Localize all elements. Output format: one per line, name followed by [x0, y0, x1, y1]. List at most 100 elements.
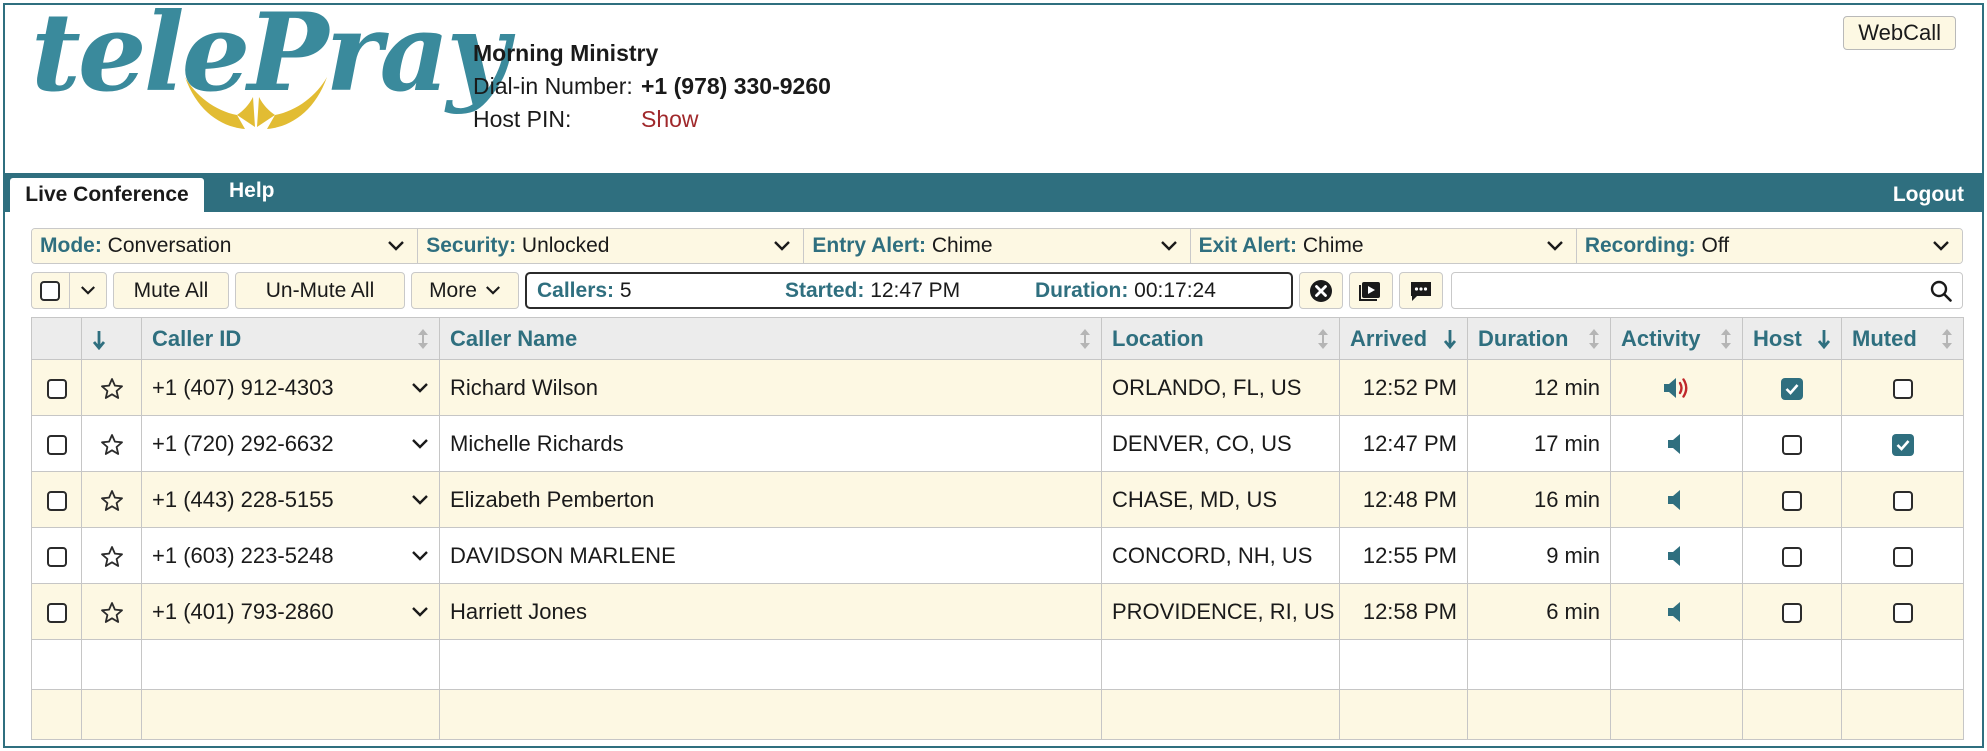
- empty-cell: [1841, 639, 1964, 690]
- checkbox[interactable]: [1782, 434, 1802, 455]
- checkbox[interactable]: [1892, 490, 1913, 511]
- select-all-checkbox[interactable]: [32, 273, 69, 308]
- checkbox[interactable]: [1892, 546, 1913, 567]
- checkbox[interactable]: [1782, 546, 1802, 567]
- favorite-cell[interactable]: [81, 583, 142, 640]
- checked-checkbox[interactable]: [1891, 433, 1914, 456]
- caller-id-cell[interactable]: +1 (603) 223-5248: [141, 527, 440, 584]
- star-icon[interactable]: [100, 489, 124, 513]
- show-pin-link[interactable]: Show: [641, 103, 699, 136]
- row-select-checkbox[interactable]: [46, 378, 67, 399]
- checkbox[interactable]: [1892, 602, 1913, 623]
- table-row[interactable]: +1 (401) 793-2860 Harriett Jones PROVIDE…: [31, 583, 1964, 640]
- header-arrived-label: Arrived: [1350, 325, 1428, 351]
- header-muted-label: Muted: [1852, 325, 1917, 351]
- row-select-checkbox[interactable]: [46, 490, 67, 511]
- select-options-dropdown[interactable]: [68, 273, 106, 308]
- sort-icon: [1318, 328, 1328, 349]
- muted-cell[interactable]: [1841, 527, 1964, 584]
- chat-button[interactable]: [1399, 272, 1443, 309]
- chevron-down-icon[interactable]: [411, 494, 429, 506]
- header-caller-name[interactable]: Caller Name: [439, 317, 1102, 360]
- star-icon[interactable]: [100, 545, 124, 569]
- muted-cell[interactable]: [1841, 583, 1964, 640]
- header-arrived[interactable]: Arrived: [1339, 317, 1468, 360]
- search-icon[interactable]: [1930, 280, 1952, 302]
- unmute-all-button[interactable]: Un-Mute All: [235, 272, 405, 309]
- favorite-cell[interactable]: [81, 359, 142, 416]
- exit-alert-select[interactable]: Exit Alert: Chime: [1190, 229, 1577, 263]
- host-cell[interactable]: [1742, 359, 1842, 416]
- mode-select[interactable]: Mode: Conversation: [32, 229, 419, 263]
- security-select[interactable]: Security: Unlocked: [418, 229, 805, 263]
- chevron-down-icon[interactable]: [411, 606, 429, 618]
- host-cell[interactable]: [1742, 527, 1842, 584]
- row-select-cell[interactable]: [31, 415, 82, 472]
- muted-cell[interactable]: [1841, 359, 1964, 416]
- mute-all-button[interactable]: Mute All: [113, 272, 229, 309]
- caller-location: CHASE, MD, US: [1101, 471, 1340, 528]
- favorite-cell[interactable]: [81, 415, 142, 472]
- host-cell[interactable]: [1742, 471, 1842, 528]
- checked-checkbox[interactable]: [1781, 377, 1803, 400]
- star-icon[interactable]: [100, 601, 124, 625]
- entry-alert-select[interactable]: Entry Alert: Chime: [804, 229, 1191, 263]
- favorite-cell[interactable]: [81, 527, 142, 584]
- header-location[interactable]: Location: [1101, 317, 1340, 360]
- host-cell[interactable]: [1742, 415, 1842, 472]
- activity-cell: [1610, 415, 1743, 472]
- playback-button[interactable]: [1349, 272, 1393, 309]
- speaker-icon: [1667, 545, 1680, 566]
- table-row[interactable]: +1 (603) 223-5248 DAVIDSON MARLENE CONCO…: [31, 527, 1964, 584]
- caller-id-cell[interactable]: +1 (401) 793-2860: [141, 583, 440, 640]
- chevron-down-icon: [485, 286, 500, 295]
- row-select-checkbox[interactable]: [46, 434, 67, 455]
- empty-cell: [31, 639, 82, 690]
- chevron-down-icon[interactable]: [411, 438, 429, 450]
- row-select-cell[interactable]: [31, 471, 82, 528]
- row-select-checkbox[interactable]: [46, 546, 67, 567]
- header-caller-id[interactable]: Caller ID: [141, 317, 440, 360]
- row-select-cell[interactable]: [31, 359, 82, 416]
- play-media-icon: [1359, 281, 1380, 301]
- row-select-checkbox[interactable]: [46, 602, 67, 623]
- table-row[interactable]: +1 (443) 228-5155 Elizabeth Pemberton CH…: [31, 471, 1964, 528]
- chevron-down-icon[interactable]: [411, 382, 429, 394]
- checkbox[interactable]: [1782, 602, 1802, 623]
- header-favorite-sort[interactable]: [81, 317, 142, 360]
- teleprey-logo: telePray: [31, 0, 509, 167]
- checkbox[interactable]: [1782, 490, 1802, 511]
- end-conference-button[interactable]: [1299, 272, 1343, 309]
- activity-cell: [1610, 471, 1743, 528]
- header-activity[interactable]: Activity: [1610, 317, 1743, 360]
- empty-cell: [439, 689, 1102, 740]
- header-duration[interactable]: Duration: [1467, 317, 1611, 360]
- star-icon[interactable]: [100, 377, 124, 401]
- caller-id-cell[interactable]: +1 (407) 912-4303: [141, 359, 440, 416]
- row-select-cell[interactable]: [31, 583, 82, 640]
- recording-select[interactable]: Recording: Off: [1576, 229, 1962, 263]
- star-icon[interactable]: [100, 433, 124, 457]
- tab-live-conference[interactable]: Live Conference: [9, 177, 205, 212]
- logout-link[interactable]: Logout: [1893, 183, 1964, 207]
- header-muted[interactable]: Muted: [1841, 317, 1964, 360]
- table-row[interactable]: +1 (720) 292-6632 Michelle Richards DENV…: [31, 415, 1964, 472]
- search-input[interactable]: [1458, 276, 1908, 305]
- caller-id-cell[interactable]: +1 (443) 228-5155: [141, 471, 440, 528]
- checkbox[interactable]: [1892, 378, 1913, 399]
- muted-cell[interactable]: [1841, 415, 1964, 472]
- more-button[interactable]: More: [411, 272, 519, 309]
- header-location-label: Location: [1112, 325, 1204, 351]
- row-select-cell[interactable]: [31, 527, 82, 584]
- webcall-button[interactable]: WebCall: [1843, 16, 1956, 50]
- table-row[interactable]: +1 (407) 912-4303 Richard Wilson ORLANDO…: [31, 359, 1964, 416]
- caller-id-cell[interactable]: +1 (720) 292-6632: [141, 415, 440, 472]
- muted-cell[interactable]: [1841, 471, 1964, 528]
- header-host[interactable]: Host: [1742, 317, 1842, 360]
- exit-alert-value: Chime: [1302, 234, 1364, 257]
- favorite-cell[interactable]: [81, 471, 142, 528]
- chevron-down-icon[interactable]: [411, 550, 429, 562]
- tab-help[interactable]: Help: [229, 179, 275, 203]
- host-cell[interactable]: [1742, 583, 1842, 640]
- arrow-down-icon: [1817, 329, 1831, 349]
